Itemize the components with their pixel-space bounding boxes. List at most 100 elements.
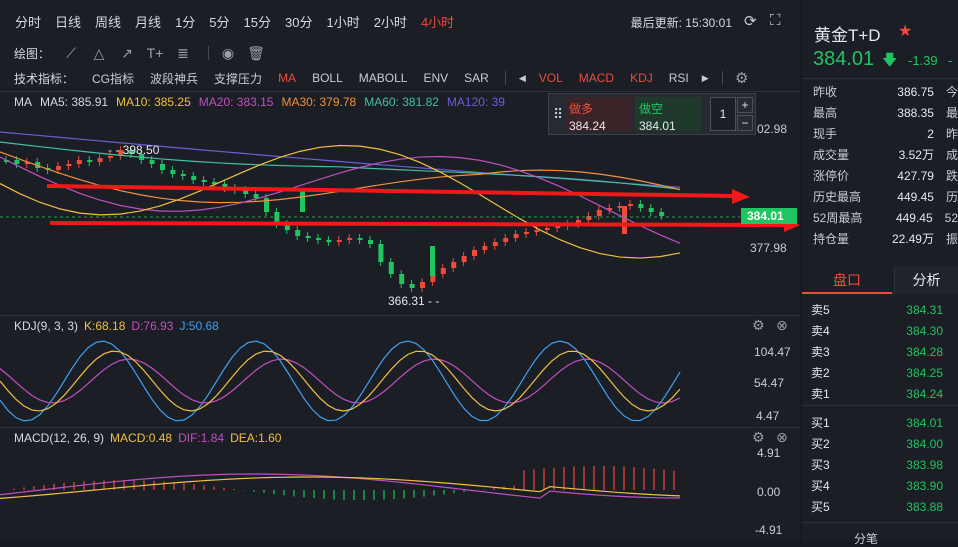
period-4h[interactable]: 4小时: [414, 12, 461, 31]
indicator-env[interactable]: ENV: [415, 71, 456, 85]
favorite-star-icon[interactable]: ★: [898, 21, 912, 41]
candle-body: [544, 228, 550, 230]
ask-row[interactable]: 卖4 384.30: [811, 320, 945, 341]
stat-label: 历史最高: [813, 190, 862, 204]
scroll-right-icon[interactable]: ▶: [697, 73, 714, 84]
indicator-boll[interactable]: BOLL: [304, 71, 351, 85]
tick-label[interactable]: 分笔: [854, 530, 878, 547]
kdj-k: K:68.18: [84, 319, 126, 333]
macd-close-icon[interactable]: ⊗: [776, 429, 788, 446]
period-2h[interactable]: 2小时: [367, 12, 414, 31]
refresh-icon[interactable]: ⟳: [744, 12, 757, 30]
short-button[interactable]: 做空 384.01: [635, 97, 701, 133]
fibonacci-icon[interactable]: ≣: [172, 45, 194, 62]
quantity-plus-button[interactable]: +: [737, 97, 753, 113]
stat-next-label: 52: [944, 210, 958, 225]
kdj-settings-gear-icon[interactable]: ⚙: [752, 317, 765, 334]
bid-label: 买1: [811, 416, 830, 430]
ask-price: 384.24: [906, 386, 943, 401]
short-label: 做空: [639, 102, 664, 116]
candle-body: [378, 244, 384, 262]
period-weekly[interactable]: 周线: [88, 12, 128, 31]
quote-divider: [802, 78, 958, 79]
bid-row[interactable]: 买2 384.00: [811, 433, 945, 454]
indicator-cg[interactable]: CG指标: [84, 70, 142, 87]
indicator-sar[interactable]: SAR: [456, 71, 497, 85]
candle-body: [170, 170, 176, 174]
period-daily[interactable]: 日线: [48, 12, 88, 31]
triangle-icon[interactable]: △: [88, 45, 110, 62]
ask-row[interactable]: 卖2 384.25: [811, 362, 945, 383]
candle-body: [66, 164, 72, 166]
kdj-axis-mid: 54.47: [754, 376, 785, 390]
ask-row[interactable]: 卖1 384.24: [811, 383, 945, 404]
indicator-vol[interactable]: VOL: [531, 71, 571, 85]
indicator-support[interactable]: 支撑压力: [206, 70, 270, 87]
candle-body: [622, 206, 627, 234]
bid-row[interactable]: 买4 383.90: [811, 475, 945, 496]
stat-label: 涨停价: [813, 169, 850, 183]
candle-body: [232, 188, 238, 190]
indicator-kdj[interactable]: KDJ: [622, 71, 661, 85]
indicator-boduan[interactable]: 波段神兵: [142, 70, 206, 87]
text-tool-icon[interactable]: T+: [144, 45, 166, 61]
macd-chart: [0, 466, 681, 500]
candle-body: [300, 190, 305, 212]
indicator-maboll[interactable]: MABOLL: [351, 71, 416, 85]
toolbar-separator: [208, 46, 210, 60]
stat-value: 427.79: [897, 168, 934, 183]
bid-row[interactable]: 买5 383.88: [811, 496, 945, 517]
ask-price: 384.25: [906, 365, 943, 380]
indicator-bar: 技术指标： CG指标 波段神兵 支撑压力 MA BOLL MABOLL ENV …: [0, 66, 800, 90]
trash-icon[interactable]: 🗑: [245, 45, 267, 62]
ask-row[interactable]: 卖5 384.31: [811, 299, 945, 320]
bid-row[interactable]: 买3 383.98: [811, 454, 945, 475]
period-1h[interactable]: 1小时: [319, 12, 366, 31]
candle-body: [576, 220, 581, 224]
long-button[interactable]: 做多 384.24: [565, 97, 631, 133]
period-monthly[interactable]: 月线: [128, 12, 168, 31]
bid-row[interactable]: 买1 384.01: [811, 412, 945, 433]
drag-grip-icon[interactable]: ⠿: [553, 106, 563, 123]
tab-orderbook[interactable]: 盘口: [802, 266, 892, 294]
indicator-rsi[interactable]: RSI: [661, 71, 697, 85]
kdj-j-line: [0, 340, 681, 422]
ma20-value: MA20: 383.15: [198, 95, 274, 109]
stat-value: 22.49万: [891, 232, 934, 246]
candle-body: [628, 204, 633, 206]
quantity-minus-button[interactable]: −: [737, 115, 753, 131]
ask-row[interactable]: 卖3 384.28: [811, 341, 945, 362]
draw-label: 绘图：: [14, 46, 51, 61]
arrow-line-icon[interactable]: ↗: [116, 45, 138, 62]
draw-toolbar: 绘图： ⟋ △ ↗ T+ ≣ ◉ 🗑: [0, 42, 800, 64]
indicator-macd[interactable]: MACD: [571, 71, 622, 85]
indicator-settings-gear-icon[interactable]: ⚙: [731, 69, 753, 87]
period-30min[interactable]: 30分: [278, 12, 319, 31]
stat-value: 2: [927, 126, 934, 141]
stat-value: 449.45: [897, 189, 934, 204]
scroll-left-icon[interactable]: ◀: [514, 73, 531, 84]
candle-body: [430, 246, 435, 276]
candle-body: [565, 224, 571, 226]
line-segment-icon[interactable]: ⟋: [60, 45, 82, 62]
fullscreen-icon[interactable]: ⛶: [770, 12, 781, 29]
candle-body: [87, 160, 93, 162]
macd-settings-gear-icon[interactable]: ⚙: [752, 429, 765, 446]
stat-label: 最高: [813, 106, 838, 120]
indicator-separator-2: [721, 71, 723, 85]
quantity-input[interactable]: 1: [710, 97, 736, 131]
candle-body: [440, 268, 446, 274]
stat-row: 历史最高 449.45 历: [813, 186, 958, 207]
period-15min[interactable]: 15分: [237, 12, 278, 31]
period-5min[interactable]: 5分: [202, 12, 236, 31]
indicator-ma[interactable]: MA: [270, 71, 304, 85]
eye-icon[interactable]: ◉: [217, 45, 239, 62]
indicator-separator: [504, 71, 506, 85]
tab-analysis[interactable]: 分析: [894, 266, 958, 294]
period-fenshi[interactable]: 分时: [8, 12, 48, 31]
long-price: 384.24: [569, 119, 606, 133]
kdj-close-icon[interactable]: ⊗: [776, 317, 788, 334]
bid-price: 383.90: [906, 478, 943, 493]
period-1min[interactable]: 1分: [168, 12, 202, 31]
candle-body: [191, 176, 197, 180]
